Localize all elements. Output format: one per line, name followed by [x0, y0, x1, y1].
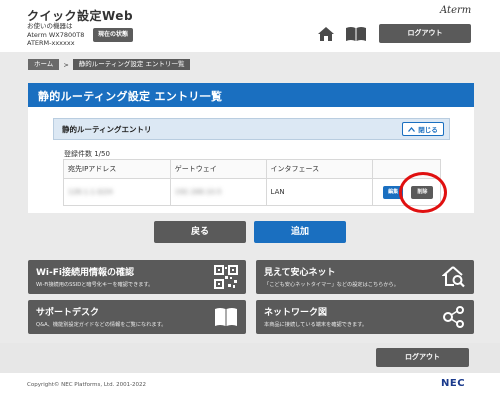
tile-desc: Q&A、機能別設定ガイドなどの情報をご覧になれます。	[36, 322, 167, 328]
chevron-up-icon	[408, 126, 416, 132]
entry-section-title: 静的ルーティングエントリ	[62, 125, 152, 134]
breadcrumb: ホーム > 静的ルーティング設定 エントリ一覧	[28, 59, 191, 70]
table-row: 128.1.1.0/24 192.168.10.5 LAN 編集 削除	[63, 178, 441, 206]
back-button[interactable]: 戻る	[154, 221, 246, 243]
tile-title: 見えて安心ネット	[264, 268, 336, 278]
copyright: Copyright© NEC Platforms, Ltd. 2001-2022	[27, 382, 147, 388]
interface-cell: LAN	[270, 188, 285, 196]
tile-support-desk[interactable]: サポートデスク Q&A、機能別設定ガイドなどの情報をご覧になれます。	[28, 300, 246, 334]
table-header-row: 宛先IPアドレス ゲートウェイ インタフェース	[63, 159, 441, 179]
manual-book-icon[interactable]	[345, 26, 367, 42]
home-search-icon	[442, 266, 465, 288]
breadcrumb-separator: >	[63, 60, 69, 69]
book-icon	[215, 308, 237, 326]
qr-code-icon	[214, 265, 238, 289]
tile-safe-net[interactable]: 見えて安心ネット 「こども安心ネットタイマー」などの設定はこちらから。	[256, 260, 474, 294]
tile-title: サポートデスク	[36, 308, 100, 318]
tile-wifi-info[interactable]: Wi-Fi接続用情報の確認 Wi-Fi接続用のSSIDと暗号化キーを確認できます…	[28, 260, 246, 294]
current-status-button[interactable]: 現在の状態	[93, 28, 133, 42]
logout-button-bottom[interactable]: ログアウト	[376, 348, 469, 367]
collapse-label: 閉じる	[418, 126, 438, 134]
collapse-button[interactable]: 閉じる	[402, 122, 444, 136]
entry-count: 登録件数 1/50	[64, 150, 110, 158]
header: クイック設定Web お使いの機器は Aterm WX7800T8 ATERM-x…	[0, 0, 500, 52]
add-button[interactable]: 追加	[254, 221, 346, 243]
gateway-cell: 192.168.10.5	[174, 188, 222, 196]
tile-title: Wi-Fi接続用情報の確認	[36, 268, 134, 278]
aterm-logo: Aterm	[440, 5, 472, 16]
column-header-gateway: ゲートウェイ	[169, 159, 267, 179]
column-header-interface: インタフェース	[265, 159, 374, 179]
entry-section-header: 静的ルーティングエントリ 閉じる	[53, 118, 450, 140]
tile-desc: Wi-Fi接続用のSSIDと暗号化キーを確認できます。	[36, 282, 154, 288]
routing-table: 宛先IPアドレス ゲートウェイ インタフェース 128.1.1.0/24 192…	[63, 159, 441, 206]
device-info: お使いの機器は Aterm WX7800T8 ATERM-xxxxxx	[27, 22, 84, 48]
breadcrumb-current: 静的ルーティング設定 エントリ一覧	[72, 59, 191, 70]
highlight-circle	[399, 172, 447, 213]
home-icon[interactable]	[317, 26, 335, 42]
breadcrumb-home[interactable]: ホーム	[28, 59, 60, 70]
network-icon	[443, 306, 464, 328]
logout-button-top[interactable]: ログアウト	[379, 24, 471, 43]
nec-logo: NEC	[441, 378, 466, 389]
page-title: 静的ルーティング設定 エントリ一覧	[38, 90, 223, 103]
tile-network-map[interactable]: ネットワーク図 本商品に接続している端末を確認できます。	[256, 300, 474, 334]
device-id: ATERM-xxxxxx	[27, 39, 75, 48]
tile-title: ネットワーク図	[264, 308, 328, 318]
tile-desc: 本商品に接続している端末を確認できます。	[264, 322, 368, 328]
device-label: お使いの機器は	[27, 22, 73, 30]
tile-desc: 「こども安心ネットタイマー」などの設定はこちらから。	[264, 282, 399, 288]
dest-ip-cell: 128.1.1.0/24	[68, 188, 113, 196]
page-title-bar: 静的ルーティング設定 エントリ一覧	[28, 83, 474, 107]
device-model: Aterm WX7800T8	[27, 30, 85, 39]
column-header-dest-ip: 宛先IPアドレス	[63, 159, 171, 179]
